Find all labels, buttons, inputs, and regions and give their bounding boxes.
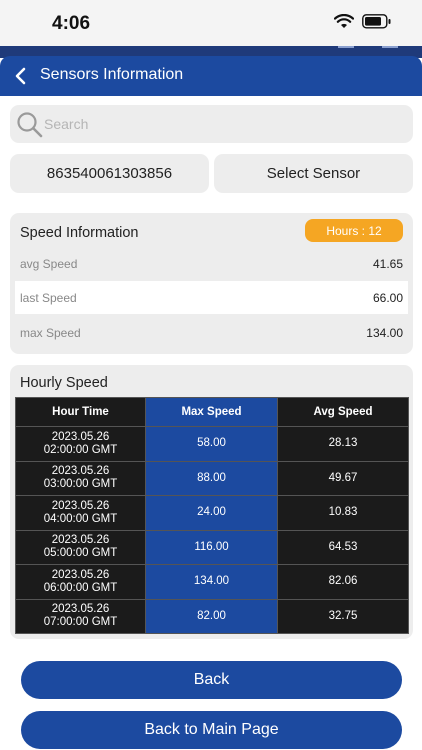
select-sensor-button[interactable]: Select Sensor — [214, 154, 413, 193]
hourly-speed-table: Hour Time Max Speed Avg Speed 2023.05.26… — [15, 397, 409, 634]
hour-date: 2023.05.26 — [51, 568, 110, 581]
hour-date: 2023.05.26 — [51, 499, 110, 512]
table-row: 2023.05.26 03:00:00 GMT 88.00 49.67 — [15, 460, 409, 496]
table-row: 2023.05.26 06:00:00 GMT 134.00 82.06 — [15, 564, 409, 600]
chevron-left-icon[interactable] — [10, 65, 32, 87]
table-row: 2023.05.26 02:00:00 GMT 58.00 28.13 — [15, 426, 409, 462]
avg-speed-row: avg Speed 41.65 — [15, 247, 408, 280]
page-title: Sensors Information — [40, 66, 184, 83]
last-speed-label: last Speed — [20, 291, 77, 305]
max-speed-cell: 58.00 — [145, 426, 278, 462]
max-speed-value: 134.00 — [366, 326, 403, 340]
search-box[interactable] — [10, 105, 413, 143]
avg-speed-cell: 28.13 — [277, 426, 409, 462]
speed-information-title: Speed Information — [20, 225, 139, 241]
status-icons — [334, 14, 392, 29]
back-button[interactable]: Back — [21, 661, 402, 699]
hour-time-cell: 2023.05.26 07:00:00 GMT — [15, 598, 146, 634]
speed-information-card: Speed Information Hours : 12 avg Speed 4… — [10, 213, 413, 354]
column-header-hour-time: Hour Time — [15, 397, 146, 427]
column-header-max-speed: Max Speed — [145, 397, 278, 427]
hour-time-cell: 2023.05.26 06:00:00 GMT — [15, 564, 146, 600]
status-bar: 4:06 — [0, 0, 422, 46]
max-speed-row: max Speed 134.00 — [15, 316, 408, 349]
table-row: 2023.05.26 05:00:00 GMT 116.00 64.53 — [15, 529, 409, 565]
avg-speed-cell: 64.53 — [277, 529, 409, 565]
search-icon — [17, 112, 43, 138]
max-speed-cell: 88.00 — [145, 460, 278, 496]
max-speed-cell: 116.00 — [145, 529, 278, 565]
max-speed-cell: 134.00 — [145, 564, 278, 600]
status-time: 4:06 — [52, 13, 91, 34]
avg-speed-cell: 10.83 — [277, 495, 409, 531]
last-speed-row: last Speed 66.00 — [15, 281, 408, 314]
wifi-icon — [334, 14, 354, 28]
avg-speed-cell: 82.06 — [277, 564, 409, 600]
avg-speed-value: 41.65 — [372, 257, 403, 271]
hour-time: 04:00:00 GMT — [43, 512, 118, 525]
hour-time: 07:00:00 GMT — [43, 616, 118, 629]
modal-header: Sensors Information — [0, 56, 422, 96]
avg-speed-cell: 32.75 — [277, 598, 409, 634]
hour-time-cell: 2023.05.26 04:00:00 GMT — [15, 495, 146, 531]
hour-date: 2023.05.26 — [51, 465, 110, 478]
background-app-icons — [338, 46, 398, 56]
hour-time: 03:00:00 GMT — [43, 478, 118, 491]
column-header-avg-speed: Avg Speed — [277, 397, 409, 427]
table-row: 2023.05.26 04:00:00 GMT 24.00 10.83 — [15, 495, 409, 531]
last-speed-value: 66.00 — [372, 291, 403, 305]
max-speed-label: max Speed — [20, 326, 81, 340]
hour-date: 2023.05.26 — [51, 603, 110, 616]
hour-time: 06:00:00 GMT — [43, 581, 118, 594]
hour-time: 02:00:00 GMT — [43, 443, 118, 456]
hour-time-cell: 2023.05.26 05:00:00 GMT — [15, 529, 146, 565]
hour-time-cell: 2023.05.26 03:00:00 GMT — [15, 460, 146, 496]
avg-speed-label: avg Speed — [20, 257, 78, 271]
table-row: 2023.05.26 07:00:00 GMT 82.00 32.75 — [15, 598, 409, 634]
table-header-row: Hour Time Max Speed Avg Speed — [15, 397, 409, 427]
hour-time-cell: 2023.05.26 02:00:00 GMT — [15, 426, 146, 462]
hour-date: 2023.05.26 — [51, 430, 110, 443]
max-speed-cell: 24.00 — [145, 495, 278, 531]
back-to-main-page-button[interactable]: Back to Main Page — [21, 711, 402, 749]
hourly-speed-title: Hourly Speed — [20, 375, 108, 391]
sensor-id-field[interactable]: 863540061303856 — [10, 154, 209, 193]
search-input[interactable] — [44, 105, 404, 143]
max-speed-cell: 82.00 — [145, 598, 278, 634]
hourly-speed-card: Hourly Speed Hour Time Max Speed Avg Spe… — [10, 365, 413, 639]
hour-time: 05:00:00 GMT — [43, 547, 118, 560]
hour-date: 2023.05.26 — [51, 534, 110, 547]
avg-speed-cell: 49.67 — [277, 460, 409, 496]
hours-badge[interactable]: Hours : 12 — [305, 219, 403, 242]
battery-icon — [362, 14, 391, 29]
